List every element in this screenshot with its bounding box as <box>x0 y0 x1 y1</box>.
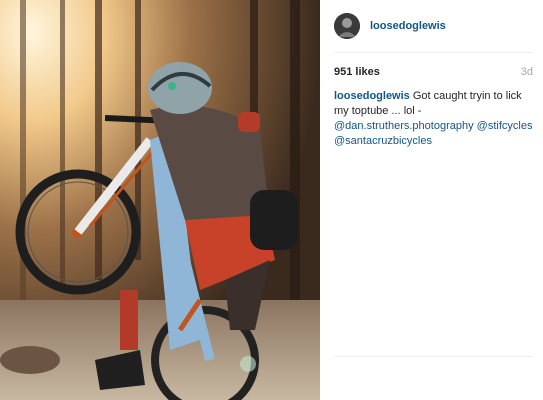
post-header: loosedoglewis <box>334 12 543 40</box>
footer-divider <box>334 356 533 357</box>
post-age[interactable]: 3d <box>521 66 533 78</box>
mention-link[interactable]: @dan.struthers.photography <box>334 120 474 132</box>
post-details-panel: loosedoglewis 951 likes 3d loosedoglewis… <box>320 0 543 400</box>
header-divider <box>334 52 533 53</box>
user-avatar[interactable] <box>334 13 360 39</box>
mention-link[interactable]: @stifcycles <box>477 120 533 132</box>
likes-count[interactable]: 951 likes <box>334 66 380 78</box>
post-caption: loosedoglewis Got caught tryin to lick m… <box>334 89 535 149</box>
username-link[interactable]: loosedoglewis <box>370 20 446 32</box>
caption-username-link[interactable]: loosedoglewis <box>334 90 410 102</box>
post-photo[interactable] <box>0 0 320 400</box>
likes-row: 951 likes 3d <box>334 66 533 78</box>
mention-link[interactable]: @santacruzbicycles <box>334 135 432 147</box>
